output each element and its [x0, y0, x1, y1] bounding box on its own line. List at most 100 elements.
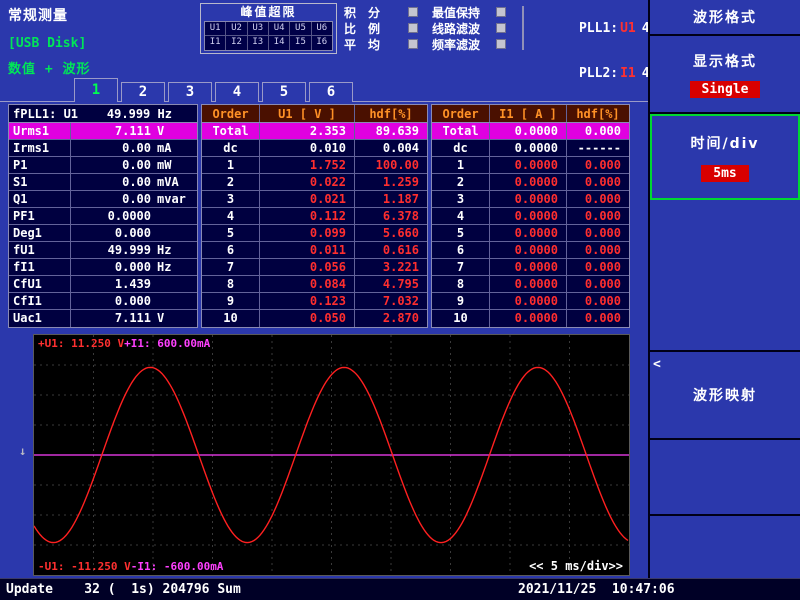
tab-4[interactable]: 4: [215, 82, 259, 102]
measurement-label: fI1: [9, 259, 71, 275]
harmonic-hdf: 0.000: [567, 242, 629, 258]
harmonic-hdf: 100.00: [355, 157, 427, 173]
harmonic-order: 5: [432, 225, 490, 241]
usb-disk-label: [USB Disk]: [8, 36, 86, 51]
measurement-label: Deg1: [9, 225, 71, 241]
measurement-unit: V: [157, 123, 197, 139]
harmonic-hdf: 1.259: [355, 174, 427, 190]
harmonic-value: 0.022: [260, 174, 355, 190]
harmonic-order: 8: [432, 276, 490, 292]
peak-cell-u4: U4: [269, 22, 290, 35]
flag-1: 比 例: [344, 22, 418, 34]
harmonic-hdf: 0.000: [567, 276, 629, 292]
measurement-label: Uac1: [9, 310, 71, 327]
harm-table-i: OrderI1 [ A ]hdf[%]Total0.00000.000dc0.0…: [431, 104, 630, 328]
page-left-arrow-icon[interactable]: <: [653, 357, 661, 372]
flag-label: 最值保持: [432, 4, 492, 21]
harmonic-row: 90.1237.032: [202, 293, 427, 310]
peak-row-u: U1U2U3U4U5U6: [205, 22, 332, 36]
harmonic-order: 2: [432, 174, 490, 190]
measurement-row: P10.00mW: [9, 157, 197, 174]
measurement-value: 0.000: [71, 259, 157, 275]
measurement-row: fU149.999Hz: [9, 242, 197, 259]
measurement-row: CfI10.000: [9, 293, 197, 310]
harmonic-order: 4: [432, 208, 490, 224]
harmonic-hdf: 3.221: [355, 259, 427, 275]
harmonic-value: 0.0000: [490, 310, 567, 327]
harmonic-order: Total: [202, 123, 260, 139]
harmonic-hdf: 0.000: [567, 174, 629, 190]
harmonic-order: 5: [202, 225, 260, 241]
harmonic-order: 7: [432, 259, 490, 275]
harmonic-value: 0.099: [260, 225, 355, 241]
harmonic-row: 11.752100.00: [202, 157, 427, 174]
status-flags: 积 分比 例平 均 最值保持线路滤波频率滤波: [344, 6, 506, 50]
harmonic-row: 60.00000.000: [432, 242, 629, 259]
indicator-box-icon: [496, 7, 506, 17]
harmonic-order: 10: [202, 310, 260, 327]
peak-over-limit-title: 峰值超限: [201, 4, 336, 21]
pll1-source: U1: [620, 21, 636, 36]
menu-item-display-format[interactable]: 显示格式 Single: [650, 36, 800, 114]
menu-item-time-div[interactable]: 时间/div 5ms: [650, 114, 800, 200]
harmonic-row: dc0.0000------: [432, 140, 629, 157]
indicator-box-icon: [496, 23, 506, 33]
flag-label: 平 均: [344, 36, 404, 53]
tab-bar: 123456: [0, 78, 648, 102]
harmonic-hdf: 0.000: [567, 293, 629, 309]
harmonic-header-value: U1 [ V ]: [260, 105, 355, 122]
flag-col-left: 积 分比 例平 均: [344, 6, 418, 50]
measurement-value: 0.000: [71, 225, 157, 241]
harmonic-value: 0.021: [260, 191, 355, 207]
measurement-row: Uac17.111V: [9, 310, 197, 327]
harmonic-hdf: 0.000: [567, 191, 629, 207]
harmonic-value: 0.0000: [490, 208, 567, 224]
harmonic-hdf: 89.639: [355, 123, 427, 139]
menu-item-wave-mapping[interactable]: < 波形映射: [650, 352, 800, 440]
flag-label: 比 例: [344, 20, 404, 37]
peak-cell-u2: U2: [226, 22, 247, 35]
harmonic-row: 100.00000.000: [432, 310, 629, 327]
harmonic-row: 50.0995.660: [202, 225, 427, 242]
tab-5[interactable]: 5: [262, 82, 306, 102]
element-table-body: Urms17.111VIrms10.00mAP10.00mWS10.00mVAQ…: [9, 123, 197, 327]
waveform-panel: +U1: 11.250 V+I1: 600.00mA -U1: -11.250 …: [33, 334, 630, 576]
measurement-value: 0.00: [71, 191, 157, 207]
tab-2[interactable]: 2: [121, 82, 165, 102]
measurement-unit: [157, 293, 197, 309]
peak-grid: U1U2U3U4U5U6 I1I2I3I4I5I6: [204, 21, 333, 51]
harmonic-order: 6: [432, 242, 490, 258]
view-mode-label: 数值 + 波形: [8, 58, 90, 77]
harmonic-order: 9: [202, 293, 260, 309]
flag-label: 积 分: [344, 4, 404, 21]
measurement-unit: mVA: [157, 174, 197, 190]
measurement-label: P1: [9, 157, 71, 173]
harmonic-order: 10: [432, 310, 490, 327]
measurement-row: Irms10.00mA: [9, 140, 197, 157]
measurement-value: 7.111: [71, 310, 157, 327]
waveform-top-scale: +U1: 11.250 V+I1: 600.00mA: [38, 337, 210, 350]
indicator-box-icon: [408, 23, 418, 33]
tab-1[interactable]: 1: [74, 78, 118, 102]
measurement-unit: [157, 276, 197, 292]
menu-item-empty-1: [650, 200, 800, 352]
harmonic-row: 70.0563.221: [202, 259, 427, 276]
harmonic-value: 0.0000: [490, 191, 567, 207]
harm-table-u: OrderU1 [ V ]hdf[%]Total2.35389.639dc0.0…: [201, 104, 428, 328]
harmonic-header-row: OrderU1 [ V ]hdf[%]: [202, 105, 427, 123]
update-counter: Update 32 ( 1s) 204796 Sum: [6, 582, 241, 597]
tab-6[interactable]: 6: [309, 82, 353, 102]
harmonic-row: Total2.35389.639: [202, 123, 427, 140]
power-analyzer-screen: 常规测量 [USB Disk] 数值 + 波形 峰值超限 U1U2U3U4U5U…: [0, 0, 800, 600]
harmonic-value: 0.0000: [490, 174, 567, 190]
harmonic-value: 0.0000: [490, 157, 567, 173]
harmonic-header-order: Order: [202, 105, 260, 122]
menu-item-empty-2: [650, 440, 800, 516]
tab-3[interactable]: 3: [168, 82, 212, 102]
harmonic-value: 0.0000: [490, 123, 567, 139]
datetime-label: 2021/11/25 10:47:06: [518, 582, 675, 597]
harmonic-value: 0.0000: [490, 259, 567, 275]
harmonic-value: 0.056: [260, 259, 355, 275]
harmonic-row: 30.00000.000: [432, 191, 629, 208]
harmonic-hdf: 5.660: [355, 225, 427, 241]
